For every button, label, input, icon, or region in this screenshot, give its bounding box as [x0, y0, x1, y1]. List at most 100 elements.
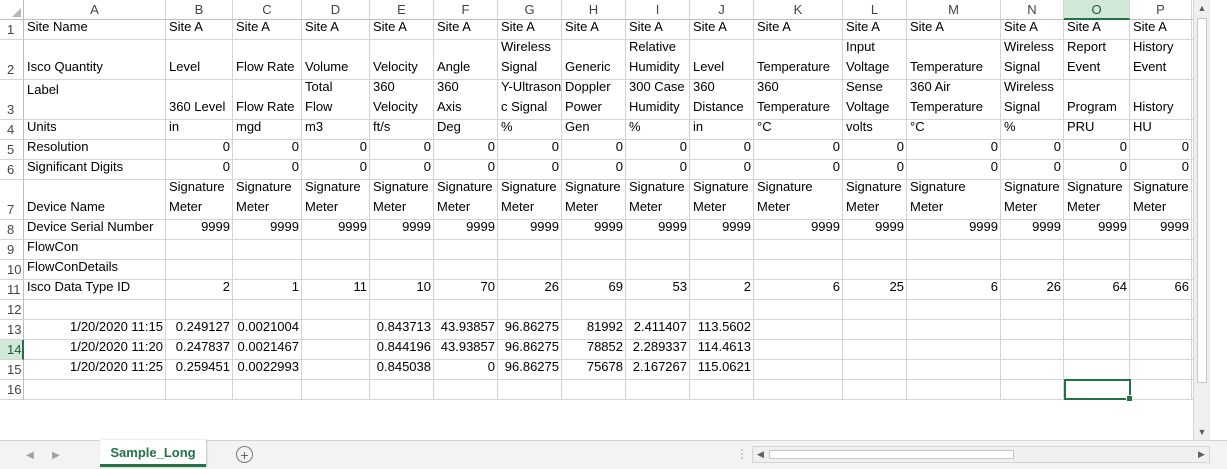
- cell-g3[interactable]: Y-Ultrasoni c Signal: [498, 80, 562, 120]
- chevron-right-icon[interactable]: ▶: [48, 447, 64, 463]
- column-header-n[interactable]: N: [1001, 0, 1064, 20]
- cell-l1[interactable]: Site A: [843, 20, 907, 40]
- cell-c15[interactable]: 0.0022993: [233, 360, 302, 380]
- column-header-a[interactable]: A: [24, 0, 166, 20]
- cell-b9[interactable]: [166, 240, 233, 260]
- cell-b11[interactable]: 2: [166, 280, 233, 300]
- cell-a12[interactable]: [24, 300, 166, 320]
- cell-l10[interactable]: [843, 260, 907, 280]
- cell-o15[interactable]: [1064, 360, 1130, 380]
- cell-g12[interactable]: [498, 300, 562, 320]
- cell-n15[interactable]: [1001, 360, 1064, 380]
- cell-d13[interactable]: [302, 320, 370, 340]
- row-header-13[interactable]: 13: [0, 320, 24, 340]
- cell-a13[interactable]: 1/20/2020 11:15: [24, 320, 166, 340]
- chevron-left-icon[interactable]: ◀: [22, 447, 38, 463]
- cell-k15[interactable]: [754, 360, 843, 380]
- cell-n9[interactable]: [1001, 240, 1064, 260]
- scroll-left-icon[interactable]: ◀: [753, 447, 768, 462]
- cell-c9[interactable]: [233, 240, 302, 260]
- cell-m10[interactable]: [907, 260, 1001, 280]
- cell-a2[interactable]: Isco Quantity: [24, 40, 166, 80]
- cell-d9[interactable]: [302, 240, 370, 260]
- cell-b16[interactable]: [166, 380, 233, 400]
- row-header-3[interactable]: 3: [0, 80, 24, 120]
- cell-g8[interactable]: 9999: [498, 220, 562, 240]
- cell-f6[interactable]: 0: [434, 160, 498, 180]
- tab-split-handle-icon[interactable]: ⋮: [736, 447, 749, 461]
- cell-d12[interactable]: [302, 300, 370, 320]
- cell-p8[interactable]: 9999: [1130, 220, 1192, 240]
- row-header-7[interactable]: 7: [0, 180, 24, 220]
- cell-l6[interactable]: 0: [843, 160, 907, 180]
- plus-circle-icon[interactable]: +: [236, 446, 253, 463]
- cell-b6[interactable]: 0: [166, 160, 233, 180]
- cell-g10[interactable]: [498, 260, 562, 280]
- cell-l9[interactable]: [843, 240, 907, 260]
- cell-g2[interactable]: Wireless Signal: [498, 40, 562, 80]
- cell-p9[interactable]: [1130, 240, 1192, 260]
- cell-m3[interactable]: 360 Air Temperature: [907, 80, 1001, 120]
- cell-e8[interactable]: 9999: [370, 220, 434, 240]
- cell-e14[interactable]: 0.844196: [370, 340, 434, 360]
- cell-j6[interactable]: 0: [690, 160, 754, 180]
- cell-k16[interactable]: [754, 380, 843, 400]
- cell-i10[interactable]: [626, 260, 690, 280]
- cell-m8[interactable]: 9999: [907, 220, 1001, 240]
- scroll-up-icon[interactable]: ▲: [1194, 0, 1210, 16]
- cell-h15[interactable]: 75678: [562, 360, 626, 380]
- cell-j16[interactable]: [690, 380, 754, 400]
- cell-j3[interactable]: 360 Distance: [690, 80, 754, 120]
- cell-l5[interactable]: 0: [843, 140, 907, 160]
- column-header-e[interactable]: E: [370, 0, 434, 20]
- cell-o10[interactable]: [1064, 260, 1130, 280]
- cell-b12[interactable]: [166, 300, 233, 320]
- scroll-right-icon[interactable]: ▶: [1194, 447, 1209, 462]
- cell-d11[interactable]: 11: [302, 280, 370, 300]
- cell-n8[interactable]: 9999: [1001, 220, 1064, 240]
- cell-o13[interactable]: [1064, 320, 1130, 340]
- cell-d15[interactable]: [302, 360, 370, 380]
- cell-o11[interactable]: 64: [1064, 280, 1130, 300]
- cell-a3[interactable]: Label: [24, 80, 166, 120]
- cell-g4[interactable]: %: [498, 120, 562, 140]
- column-header-c[interactable]: C: [233, 0, 302, 20]
- cell-f8[interactable]: 9999: [434, 220, 498, 240]
- cell-f3[interactable]: 360 Axis: [434, 80, 498, 120]
- cell-m15[interactable]: [907, 360, 1001, 380]
- cell-f13[interactable]: 43.93857: [434, 320, 498, 340]
- cell-i4[interactable]: %: [626, 120, 690, 140]
- row-header-4[interactable]: 4: [0, 120, 24, 140]
- row-header-15[interactable]: 15: [0, 360, 24, 380]
- cell-n13[interactable]: [1001, 320, 1064, 340]
- cell-h11[interactable]: 69: [562, 280, 626, 300]
- column-header-j[interactable]: J: [690, 0, 754, 20]
- row-header-11[interactable]: 11: [0, 280, 24, 300]
- cell-o12[interactable]: [1064, 300, 1130, 320]
- cell-e7[interactable]: Signature Meter: [370, 180, 434, 220]
- horizontal-scroll-thumb[interactable]: [769, 450, 1014, 459]
- cell-k11[interactable]: 6: [754, 280, 843, 300]
- cell-l8[interactable]: 9999: [843, 220, 907, 240]
- row-header-2[interactable]: 2: [0, 40, 24, 80]
- cell-h16[interactable]: [562, 380, 626, 400]
- cell-k6[interactable]: 0: [754, 160, 843, 180]
- cell-k1[interactable]: Site A: [754, 20, 843, 40]
- cell-f12[interactable]: [434, 300, 498, 320]
- cell-f9[interactable]: [434, 240, 498, 260]
- cell-p15[interactable]: [1130, 360, 1192, 380]
- cell-j9[interactable]: [690, 240, 754, 260]
- cell-n7[interactable]: Signature Meter: [1001, 180, 1064, 220]
- cell-d3[interactable]: Total Flow: [302, 80, 370, 120]
- cell-a15[interactable]: 1/20/2020 11:25: [24, 360, 166, 380]
- cell-d6[interactable]: 0: [302, 160, 370, 180]
- cell-h13[interactable]: 81992: [562, 320, 626, 340]
- row-header-8[interactable]: 8: [0, 220, 24, 240]
- cell-h12[interactable]: [562, 300, 626, 320]
- cell-g14[interactable]: 96.86275: [498, 340, 562, 360]
- cell-p14[interactable]: [1130, 340, 1192, 360]
- cell-o4[interactable]: PRU: [1064, 120, 1130, 140]
- cell-j7[interactable]: Signature Meter: [690, 180, 754, 220]
- cell-i5[interactable]: 0: [626, 140, 690, 160]
- cell-d1[interactable]: Site A: [302, 20, 370, 40]
